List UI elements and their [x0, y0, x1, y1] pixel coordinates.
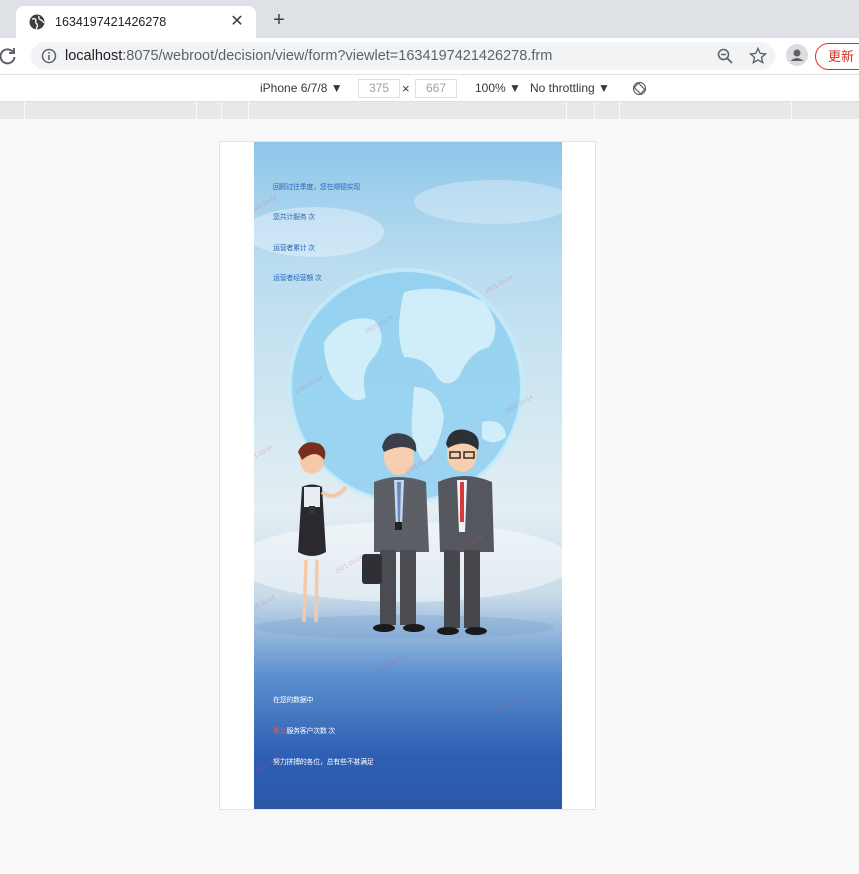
throttling-select[interactable]: No throttling ▼ [530, 81, 610, 95]
ruler-segment[interactable] [566, 102, 567, 119]
rotate-icon[interactable] [632, 81, 647, 96]
reload-icon[interactable] [0, 46, 18, 66]
ruler-segment[interactable] [619, 102, 620, 119]
url-text[interactable]: localhost:8075/webroot/decision/view/for… [65, 48, 552, 64]
ruler-segment[interactable] [791, 102, 792, 119]
update-button[interactable]: 更新 [815, 43, 859, 70]
poster-line-4: 运营者经营额 次 [273, 275, 322, 282]
poster-line-6-text: 服务客户次数 次 [286, 728, 335, 735]
poster-line-3: 运营者累计 次 [273, 245, 315, 252]
viewport-width-input[interactable]: 375 [358, 79, 400, 98]
poster-highlight: 累计 [273, 728, 287, 735]
poster-line-6: 累计服务客户次数 次 [273, 726, 335, 736]
ruler-segment[interactable] [248, 102, 249, 119]
ruler-segment[interactable] [221, 102, 222, 119]
media-query-ruler[interactable] [0, 102, 859, 119]
dimension-separator: × [402, 81, 410, 96]
tab-strip: 1634197421426278 ✕ + [0, 0, 859, 38]
browser-toolbar: localhost:8075/webroot/decision/view/for… [0, 38, 859, 74]
ruler-segment[interactable] [24, 102, 25, 119]
close-tab-icon[interactable]: ✕ [228, 13, 246, 31]
device-select[interactable]: iPhone 6/7/8 ▼ [260, 81, 343, 95]
url-host: localhost [65, 48, 123, 64]
poster-line-7: 努力拼搏的各位，总有些不甚满足 [273, 759, 374, 766]
url-path: :8075/webroot/decision/view/form?viewlet… [122, 48, 553, 64]
info-icon[interactable] [41, 48, 57, 64]
poster-line-2: 您共计服务 次 [273, 214, 315, 221]
globe-icon [29, 14, 45, 30]
zoom-out-icon[interactable] [717, 48, 733, 64]
ruler-segment[interactable] [594, 102, 595, 119]
bookmark-star-icon[interactable] [749, 47, 767, 65]
address-bar[interactable]: localhost:8075/webroot/decision/view/for… [31, 42, 775, 70]
zoom-select[interactable]: 100% ▼ [475, 81, 521, 95]
profile-avatar-icon[interactable] [786, 44, 808, 66]
device-toolbar: iPhone 6/7/8 ▼ 375 × 667 100% ▼ No throt… [0, 74, 859, 102]
ruler-segment[interactable] [196, 102, 197, 119]
browser-tab[interactable]: 1634197421426278 ✕ [16, 6, 256, 38]
report-poster: 回顾过往季度，您在顺德实现 您共计服务 次 运营者累计 次 运营者经营额 次 在… [254, 142, 562, 809]
tab-title: 1634197421426278 [55, 15, 167, 29]
poster-line-1: 回顾过往季度，您在顺德实现 [273, 184, 361, 191]
viewport-height-input[interactable]: 667 [415, 79, 457, 98]
poster-line-5: 在您的数据中 [273, 697, 314, 704]
new-tab-button[interactable]: + [268, 9, 290, 31]
device-viewport[interactable]: 回顾过往季度，您在顺德实现 您共计服务 次 运营者累计 次 运营者经营额 次 在… [219, 141, 596, 810]
